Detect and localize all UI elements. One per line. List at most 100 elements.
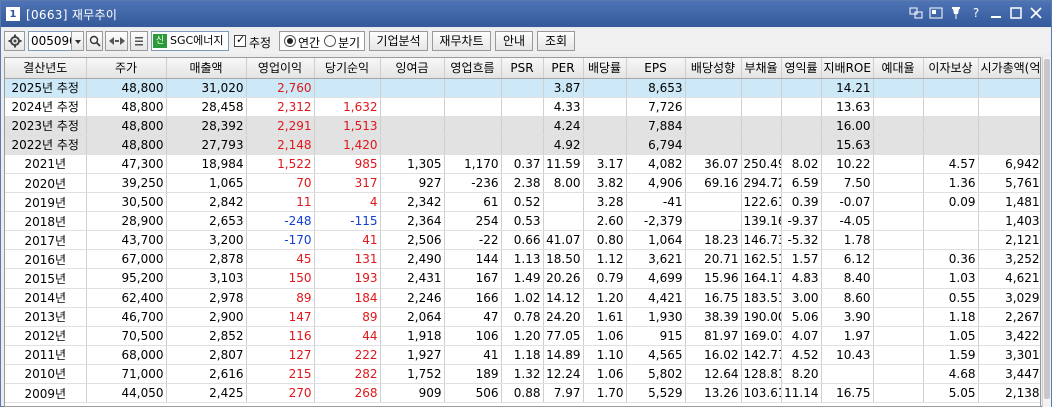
help-icon[interactable]: ?	[969, 6, 983, 20]
table-row[interactable]: 2022년 추정 48,800 27,793 2,148 1,420 4.92 6,794 1…	[5, 135, 1040, 155]
search-button[interactable]	[86, 31, 103, 51]
query-button[interactable]: 조회	[537, 31, 575, 51]
table-cell: 2,246	[380, 288, 445, 308]
table-cell: 47	[444, 307, 502, 327]
pin-icon[interactable]	[949, 6, 963, 20]
table-row[interactable]: 2024년 추정 48,800 28,458 2,312 1,632 4.33 7,726 1…	[5, 97, 1040, 117]
column-header[interactable]: 매출액	[166, 58, 247, 79]
table-row[interactable]: 2014년 62,400 2,978 89 184 2,246 166 1.02 14.12 1.…	[5, 288, 1040, 308]
table-row[interactable]: 2023년 추정 48,800 28,392 2,291 1,513 4.24 7,884 1…	[5, 116, 1040, 136]
stock-name-field[interactable]: 신 SGC에너지	[151, 31, 229, 51]
row-year-cell: 2013년	[5, 307, 87, 327]
table-row[interactable]: 2012년 70,500 2,852 116 44 1,918 106 1.20 77.05 1.…	[5, 326, 1040, 346]
close-icon[interactable]	[1029, 6, 1043, 20]
table-cell: 30,500	[86, 192, 167, 213]
table-cell: 61	[444, 192, 502, 213]
table-cell: 2,342	[380, 192, 445, 213]
group-button[interactable]	[130, 31, 148, 51]
column-header[interactable]: 부채율	[741, 58, 782, 79]
table-row[interactable]: 2013년 46,700 2,900 147 89 2,064 47 0.78 24.20 1.6…	[5, 307, 1040, 327]
link-window-icon[interactable]	[909, 6, 923, 20]
row-year-cell: 2010년	[5, 364, 87, 385]
column-header[interactable]: EPS	[626, 58, 686, 79]
table-cell: 116	[246, 326, 315, 346]
table-cell: 2,878	[166, 249, 247, 270]
table-cell: 68,000	[86, 345, 167, 365]
table-cell: 28,392	[166, 116, 247, 136]
table-cell: 5,802	[626, 364, 686, 385]
estimate-checkbox[interactable]	[234, 33, 246, 47]
table-cell: 48,800	[86, 116, 167, 136]
financial-chart-button[interactable]: 재무차트	[432, 31, 491, 51]
table-cell: 2,653	[166, 211, 247, 232]
column-header[interactable]: 이자보상	[923, 58, 979, 79]
minimize-icon[interactable]	[989, 6, 1003, 20]
column-header[interactable]: 배당성향	[685, 58, 742, 79]
table-row[interactable]: 2011년 68,000 2,807 127 222 1,927 41 1.18 14.89 1.…	[5, 345, 1040, 365]
table-cell: 1.18	[501, 345, 544, 365]
table-cell: 16.00	[821, 116, 874, 136]
table-cell: 915	[626, 326, 686, 346]
period-quarter-radio[interactable]	[324, 35, 336, 47]
column-header[interactable]: 영익률	[781, 58, 822, 79]
column-header[interactable]: 영업흐름	[444, 58, 502, 79]
scrollbar-thumb[interactable]	[1044, 59, 1050, 399]
column-header[interactable]: 시가총액(억)	[978, 58, 1040, 79]
column-header[interactable]: 지배ROE	[821, 58, 874, 79]
stock-code-input[interactable]: 005090	[28, 31, 77, 51]
table-row[interactable]: 2017년 43,700 3,200 -170 41 2,506 -22 0.66 41.07 0…	[5, 230, 1040, 251]
column-header[interactable]: PER	[543, 58, 584, 79]
table-cell: 3,447	[978, 364, 1040, 385]
code-dropdown-button[interactable]	[71, 31, 84, 51]
table-cell: 11.14	[781, 383, 822, 404]
table-row[interactable]: 2021년 47,300 18,984 1,522 985 1,305 1,170 0.37 1…	[5, 154, 1040, 174]
table-cell: 0.78	[501, 307, 544, 327]
table-cell	[873, 173, 924, 194]
table-cell	[444, 135, 502, 155]
table-row[interactable]: 2009년 44,050 2,425 270 268 909 506 0.88 7.97 1.70…	[5, 383, 1040, 404]
table-row[interactable]: 2020년 39,250 1,065 70 317 927 -236 2.38 8.00 3.82…	[5, 173, 1040, 194]
column-header[interactable]: 영업이익	[246, 58, 315, 79]
table-cell	[685, 135, 742, 155]
table-cell	[741, 78, 782, 98]
table-row[interactable]: 2018년 28,900 2,653 -248 -115 2,364 254 0.53 2.60…	[5, 211, 1040, 232]
table-cell: 0.37	[501, 154, 544, 174]
vertical-scrollbar[interactable]	[1042, 57, 1051, 407]
table-cell: 48,800	[86, 135, 167, 155]
table-cell	[741, 135, 782, 155]
column-header[interactable]: 잉여금	[380, 58, 445, 79]
column-header[interactable]: PSR	[501, 58, 544, 79]
table-cell	[685, 97, 742, 117]
gear-icon	[8, 34, 21, 48]
table-row[interactable]: 2015년 95,200 3,103 150 193 2,431 167 1.49 20.26 0…	[5, 268, 1040, 289]
prev-next-stock-button[interactable]	[105, 31, 128, 51]
guide-button[interactable]: 안내	[495, 31, 533, 51]
column-header[interactable]: 결산년도	[5, 58, 87, 79]
table-row[interactable]: 2010년 71,000 2,616 215 282 1,752 189 1.32 12.24 1…	[5, 364, 1040, 385]
table-cell: 282	[314, 364, 381, 385]
column-header[interactable]: 주가	[86, 58, 167, 79]
table-cell	[444, 97, 502, 117]
title-bar[interactable]: 1 [0663] 재무추이 ?	[1, 1, 1051, 27]
column-header[interactable]: 배당률	[583, 58, 627, 79]
table-row[interactable]: 2025년 추정 48,800 31,020 2,760 3.87 8,653 14.21	[5, 78, 1040, 98]
column-header[interactable]: 당기순익	[314, 58, 381, 79]
table-cell: 81.97	[685, 326, 742, 346]
table-cell: 4.57	[923, 154, 979, 174]
table-cell	[978, 78, 1040, 98]
company-analysis-button[interactable]: 기업분석	[369, 31, 428, 51]
table-cell: 164.17	[741, 268, 782, 289]
table-cell	[873, 249, 924, 270]
table-row[interactable]: 2019년 30,500 2,842 11 4 2,342 61 0.52 3.28 -41 122…	[5, 192, 1040, 213]
settings-button[interactable]	[4, 31, 25, 51]
period-annual-radio[interactable]	[284, 35, 296, 47]
table-cell: 62,400	[86, 288, 167, 308]
table-cell: 317	[314, 173, 381, 194]
maximize-icon[interactable]	[1009, 6, 1023, 20]
table-cell: -115	[314, 211, 381, 232]
column-header[interactable]: 예대율	[873, 58, 924, 79]
table-cell: 127	[246, 345, 315, 365]
screenshot-icon[interactable]	[929, 6, 943, 20]
table-row[interactable]: 2016년 67,000 2,878 45 131 2,490 144 1.13 18.50 1.…	[5, 249, 1040, 270]
table-cell	[873, 230, 924, 251]
